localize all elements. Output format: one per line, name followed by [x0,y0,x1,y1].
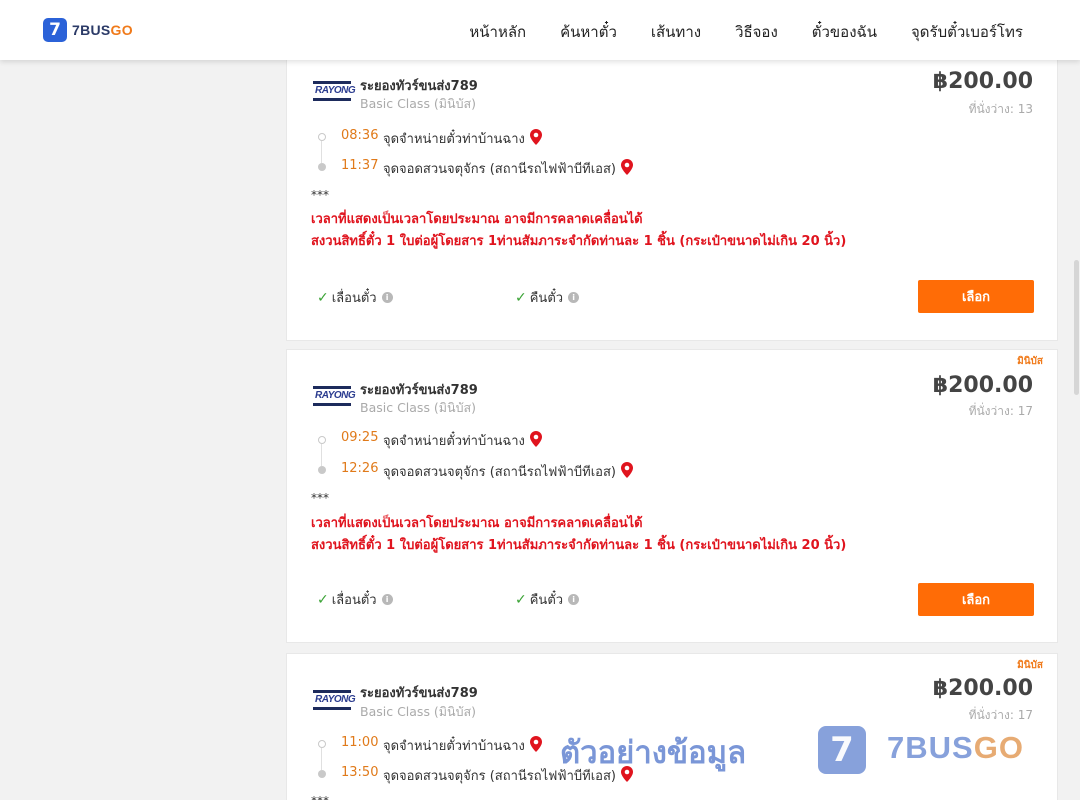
note-stars: *** [311,491,329,505]
arrival-stop[interactable]: จุดจอดสวนจตุจักร (สถานีรถไฟฟ้าบีทีเอส) [383,765,633,786]
trip-card: มินิบัส RAYONG ระยองทัวร์ขนส่ง789 Basic … [286,349,1058,643]
timeline-start-dot [318,740,326,748]
nav-how-to-book[interactable]: วิธีจอง [735,20,778,44]
operator-logo: RAYONG [313,81,356,101]
trip-card: มินิบัส RAYONG ระยองทัวร์ขนส่ง789 Basic … [286,653,1058,800]
departure-stop[interactable]: จุดจำหน่ายตั๋วท่าบ้านฉาง [383,430,542,451]
operator-name: ระยองทัวร์ขนส่ง789 [360,79,478,94]
seats-available: ที่นั่งว่าง: 17 [968,404,1033,418]
departure-time: 09:25 [341,430,379,445]
map-pin-icon[interactable] [529,736,542,752]
arrival-time: 11:37 [341,158,379,173]
map-pin-icon[interactable] [620,766,633,782]
note-line-2: สงวนสิทธิ์ตั๋ว 1 ใบต่อผู้โดยสาร 1ท่านสัม… [311,538,847,553]
departure-stop[interactable]: จุดจำหน่ายตั๋วท่าบ้านฉาง [383,128,542,149]
seats-available: ที่นั่งว่าง: 13 [968,102,1033,116]
ticket-price: ฿200.00 [932,69,1033,94]
logo-text: 7BUSGO [72,22,133,38]
map-pin-icon[interactable] [620,462,633,478]
nav-search-tickets[interactable]: ค้นหาตั๋ว [560,20,617,44]
note-stars: *** [311,188,329,202]
note-line-1: เวลาที่แสดงเป็นเวลาโดยประมาณ อาจมีการคลา… [311,212,643,227]
trip-card: RAYONG ระยองทัวร์ขนส่ง789 Basic Class (ม… [286,50,1058,341]
operator-name: ระยองทัวร์ขนส่ง789 [360,383,478,398]
departure-time: 11:00 [341,735,379,750]
check-icon: ✓ [317,591,329,608]
departure-stop[interactable]: จุดจำหน่ายตั๋วท่าบ้านฉาง [383,735,542,756]
map-pin-icon[interactable] [529,431,542,447]
map-pin-icon[interactable] [529,129,542,145]
check-icon: ✓ [317,289,329,306]
scrollbar-thumb[interactable] [1074,260,1079,395]
ticket-price: ฿200.00 [932,373,1033,398]
feature-change-ticket: ✓ เลื่อนตั๋ว i [317,589,393,610]
nav-my-tickets[interactable]: ตั๋วของฉัน [812,20,877,44]
arrival-stop[interactable]: จุดจอดสวนจตุจักร (สถานีรถไฟฟ้าบีทีเอส) [383,158,633,179]
arrival-time: 12:26 [341,461,379,476]
operator-name: ระยองทัวร์ขนส่ง789 [360,686,478,701]
note-line-1: เวลาที่แสดงเป็นเวลาโดยประมาณ อาจมีการคลา… [311,516,643,531]
arrival-stop[interactable]: จุดจอดสวนจตุจักร (สถานีรถไฟฟ้าบีทีเอส) [383,461,633,482]
note-stars: *** [311,794,329,800]
ticket-price: ฿200.00 [932,676,1033,701]
timeline-start-dot [318,436,326,444]
feature-refund-ticket: ✓ คืนตั๋ว i [515,589,580,610]
timeline-end-dot [318,770,326,778]
info-icon[interactable]: i [568,292,580,303]
departure-time: 08:36 [341,128,379,143]
info-icon[interactable]: i [381,594,393,605]
timeline-line [321,141,322,163]
feature-change-ticket: ✓ เลื่อนตั๋ว i [317,287,393,308]
bus-type-tag: มินิบัส [1017,356,1043,367]
map-pin-icon[interactable] [620,159,633,175]
timeline-end-dot [318,163,326,171]
nav-pickup-points[interactable]: จุดรับตั๋วเบอร์โทร [911,20,1023,44]
arrival-time: 13:50 [341,765,379,780]
timeline-line [321,444,322,466]
check-icon: ✓ [515,289,527,306]
note-line-2: สงวนสิทธิ์ตั๋ว 1 ใบต่อผู้โดยสาร 1ท่านสัม… [311,234,847,249]
seats-available: ที่นั่งว่าง: 17 [968,708,1033,722]
check-icon: ✓ [515,591,527,608]
page-scrollbar[interactable] [1072,60,1080,800]
operator-logo: RAYONG [313,690,356,710]
info-icon[interactable]: i [381,292,393,303]
timeline-line [321,748,322,770]
main-nav: หน้าหลัก ค้นหาตั๋ว เส้นทาง วิธีจอง ตั๋วข… [435,20,1023,44]
bus-class: Basic Class (มินิบัส) [360,704,477,719]
nav-home[interactable]: หน้าหลัก [469,20,526,44]
select-button[interactable]: เลือก [918,280,1034,313]
site-logo[interactable]: 7 7BUSGO [43,18,133,42]
bus-type-tag: มินิบัส [1017,660,1043,671]
bus-class: Basic Class (มินิบัส) [360,96,477,111]
timeline-start-dot [318,133,326,141]
timeline-end-dot [318,466,326,474]
operator-logo: RAYONG [313,386,356,406]
logo-mark: 7 [43,18,67,42]
info-icon[interactable]: i [568,594,580,605]
select-button[interactable]: เลือก [918,583,1034,616]
nav-routes[interactable]: เส้นทาง [651,20,701,44]
feature-refund-ticket: ✓ คืนตั๋ว i [515,287,580,308]
top-header: 7 7BUSGO หน้าหลัก ค้นหาตั๋ว เส้นทาง วิธี… [0,0,1080,60]
bus-class: Basic Class (มินิบัส) [360,400,477,415]
